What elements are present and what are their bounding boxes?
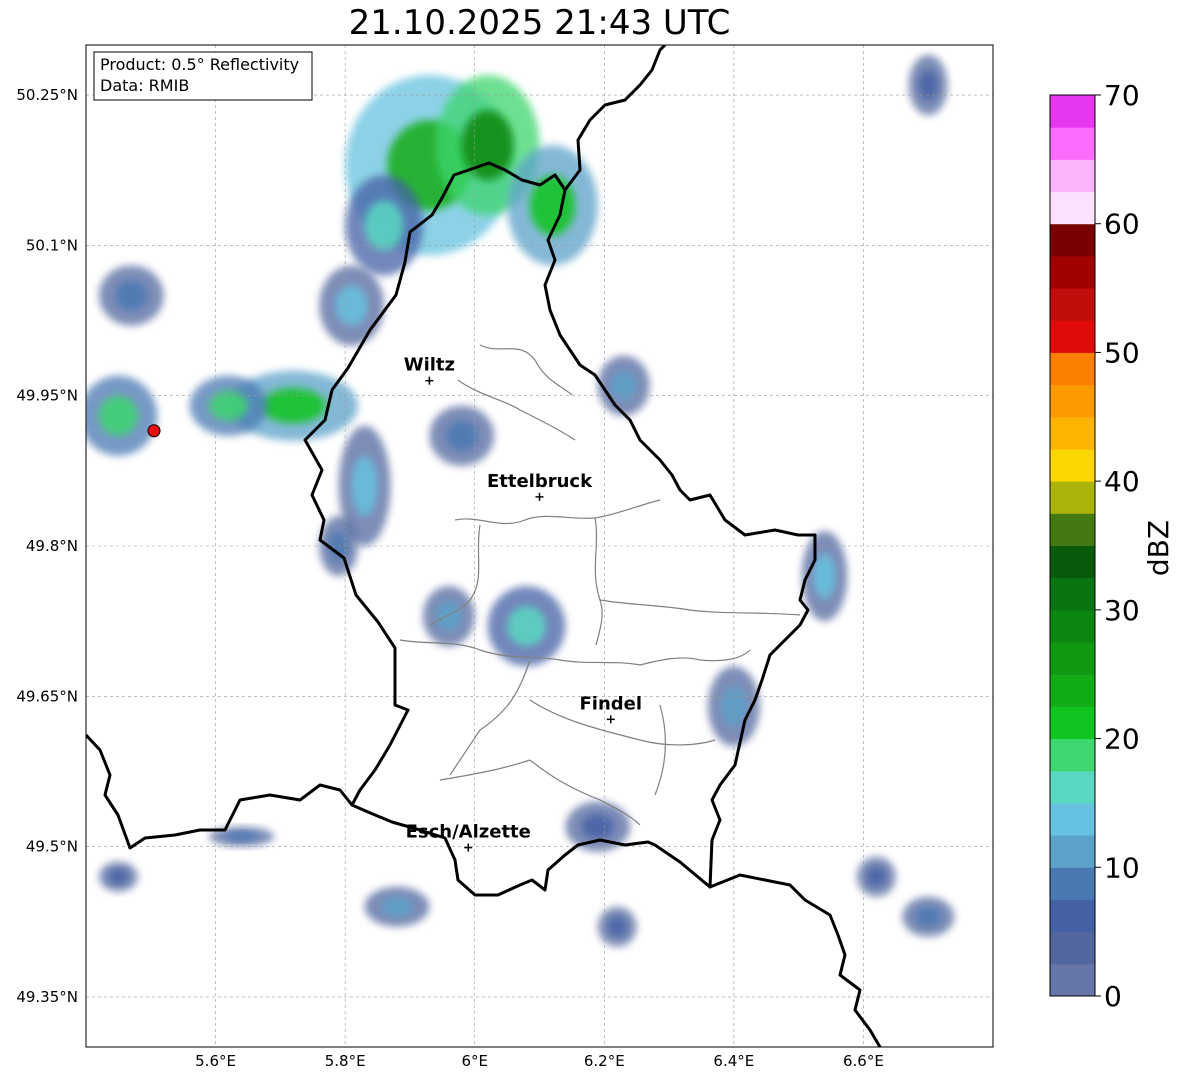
radar-echo-core xyxy=(813,553,836,599)
colorbar-segment xyxy=(1050,770,1095,804)
lat-tick-label: 49.8°N xyxy=(26,537,78,555)
colorbar-segment xyxy=(1050,642,1095,675)
colorbar-segments xyxy=(1050,95,1095,997)
radar-echo-core xyxy=(351,455,378,516)
radar-echo-core xyxy=(225,831,258,842)
colorbar-segment xyxy=(1050,416,1095,450)
city-label: Wiltz xyxy=(404,355,455,376)
radar-echo-core xyxy=(364,200,404,251)
radar-echo-core xyxy=(918,70,938,101)
radar-echo-core xyxy=(98,395,138,436)
colorbar-segment xyxy=(1050,963,1095,997)
colorbar-segment xyxy=(1050,191,1095,225)
colorbar-tick-label: 20 xyxy=(1104,723,1140,756)
lat-tick-label: 49.65°N xyxy=(16,687,78,705)
radar-echo-core xyxy=(260,388,326,424)
colorbar-tick-label: 50 xyxy=(1104,336,1140,369)
lat-tick-label: 49.35°N xyxy=(16,988,78,1006)
lon-tick-label: 6.4°E xyxy=(713,1052,754,1070)
colorbar-tick-label: 10 xyxy=(1104,851,1140,884)
radar-echo-core xyxy=(507,606,546,647)
colorbar-segment xyxy=(1050,867,1095,900)
radar-echo-core xyxy=(435,601,462,632)
radar-figure: Wiltz Ettelbruck Findel Esch/Alzette Produc… xyxy=(16,44,1175,1070)
radar-echo-core xyxy=(445,420,478,451)
colorbar-segment xyxy=(1050,95,1095,128)
colorbar-segment xyxy=(1050,255,1095,289)
radar-echo-core xyxy=(915,906,942,927)
radar-echo-core xyxy=(108,869,129,885)
colorbar-segment xyxy=(1050,288,1095,321)
colorbar-segment xyxy=(1050,481,1095,514)
colorbar-segment xyxy=(1050,899,1095,933)
colorbar-segment xyxy=(1050,802,1095,836)
colorbar-segment xyxy=(1050,352,1095,386)
lon-tick-label: 5.6°E xyxy=(195,1052,236,1070)
colorbar-tick-label: 70 xyxy=(1104,79,1140,112)
colorbar-segment xyxy=(1050,609,1095,643)
radar-echo-core xyxy=(607,916,627,937)
colorbar-ticks: 0 10 20 30 40 50 60 70 xyxy=(1095,79,1140,1013)
product-label: Product: 0.5° Reflectivity xyxy=(100,55,299,74)
city-label: Esch/Alzette xyxy=(406,822,531,843)
colorbar-tick-label: 0 xyxy=(1104,980,1122,1013)
lat-tick-label: 49.95°N xyxy=(16,387,78,405)
lon-tick-label: 6°E xyxy=(461,1052,488,1070)
radar-site-marker xyxy=(147,424,161,438)
colorbar-segment xyxy=(1050,448,1095,482)
lat-tick-label: 49.5°N xyxy=(26,838,78,856)
radar-echo-core xyxy=(610,370,637,401)
city-label: Findel xyxy=(579,693,642,714)
info-box: Product: 0.5° Reflectivity Data: RMIB xyxy=(93,51,313,101)
lon-tick-label: 6.6°E xyxy=(843,1052,884,1070)
colorbar-segment xyxy=(1050,320,1095,353)
radar-echo-core xyxy=(380,896,414,917)
colorbar-segment xyxy=(1050,384,1095,418)
colorbar: 0 10 20 30 40 50 60 70 dBZ xyxy=(1049,79,1175,1013)
lat-tick-label: 50.25°N xyxy=(16,86,78,104)
colorbar-tick-label: 40 xyxy=(1104,465,1140,498)
colorbar-title: dBZ xyxy=(1142,520,1175,576)
colorbar-segment xyxy=(1050,545,1095,579)
colorbar-segment xyxy=(1050,738,1095,772)
radar-echo-core xyxy=(581,814,615,840)
colorbar-segment xyxy=(1050,577,1095,611)
colorbar-segment xyxy=(1050,223,1095,257)
colorbar-segment xyxy=(1050,674,1095,707)
radar-echo-core xyxy=(115,280,148,311)
radar-echo-core xyxy=(209,390,248,421)
city-label: Ettelbruck xyxy=(487,471,593,492)
colorbar-tick-label: 60 xyxy=(1104,208,1140,241)
lon-tick-label: 5.8°E xyxy=(325,1052,366,1070)
lat-tick-label: 50.1°N xyxy=(26,236,78,254)
radar-echo-core xyxy=(866,866,887,887)
colorbar-segment xyxy=(1050,513,1095,546)
data-source-label: Data: RMIB xyxy=(100,76,189,95)
colorbar-segment xyxy=(1050,835,1095,868)
colorbar-segment xyxy=(1050,706,1095,740)
radar-echo-core xyxy=(335,285,368,326)
lon-tick-label: 6.2°E xyxy=(584,1052,625,1070)
colorbar-segment xyxy=(1050,159,1095,193)
colorbar-segment xyxy=(1050,127,1095,160)
colorbar-segment xyxy=(1050,931,1095,965)
colorbar-tick-label: 30 xyxy=(1104,594,1140,627)
